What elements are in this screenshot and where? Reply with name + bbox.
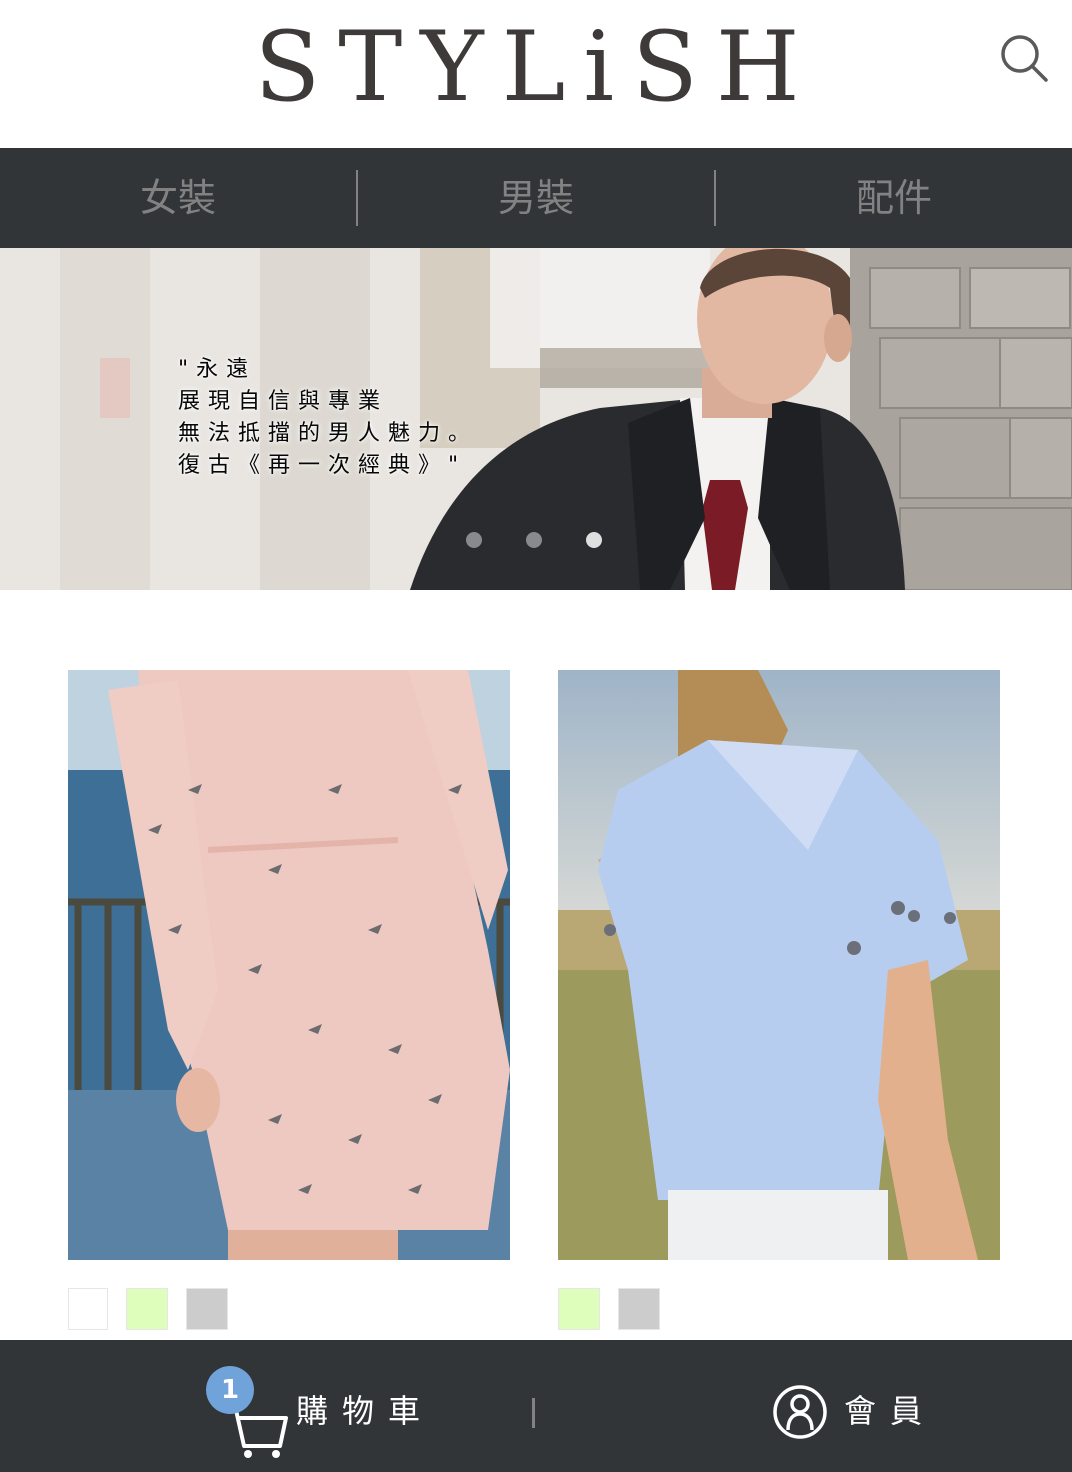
cart-count-badge: 1 [206, 1366, 254, 1414]
slogan-line: 展現自信與專業 [178, 389, 389, 414]
site-header: STYLiSH [0, 0, 1072, 148]
color-swatch-lightgreen[interactable] [126, 1288, 168, 1330]
product-image[interactable] [68, 670, 510, 1260]
nav-item-women[interactable]: 女裝 [0, 148, 356, 248]
cart-label: 購物車 [296, 1392, 435, 1430]
product-image[interactable] [558, 670, 1000, 1260]
color-swatches [558, 1288, 660, 1330]
bottom-bar-divider [532, 1398, 535, 1428]
hero-banner[interactable]: "永遠 展現自信與專業 無法抵擋的男人魅力。 復古《再一次經典》" [0, 248, 1072, 590]
color-swatch-gray[interactable] [618, 1288, 660, 1330]
carousel-dots [466, 532, 602, 548]
search-icon [1001, 35, 1048, 82]
color-swatch-gray[interactable] [186, 1288, 228, 1330]
product-card[interactable] [68, 670, 510, 1260]
member-button[interactable]: 會員 [772, 1366, 942, 1450]
carousel-dot-1[interactable] [466, 532, 482, 548]
cart-button[interactable]: 1 購物車 [206, 1366, 446, 1458]
category-nav: 女裝 男裝 配件 [0, 148, 1072, 248]
slogan-line: "永遠 [178, 357, 257, 382]
member-label: 會員 [844, 1392, 937, 1430]
slogan-line: 復古《再一次經典》" [178, 453, 467, 478]
color-swatch-white[interactable] [68, 1288, 108, 1330]
carousel-dot-2[interactable] [526, 532, 542, 548]
member-icon [773, 1385, 827, 1439]
nav-item-accessories[interactable]: 配件 [716, 148, 1072, 248]
nav-item-men[interactable]: 男裝 [358, 148, 714, 248]
color-swatch-lightgreen[interactable] [558, 1288, 600, 1330]
bottom-bar: 1 購物車 會員 [0, 1340, 1072, 1472]
site-logo[interactable]: STYLiSH [0, 12, 1072, 122]
product-photo-dress [68, 670, 510, 1260]
slogan-line: 無法抵擋的男人魅力。 [178, 421, 479, 446]
product-photo-blouse [558, 670, 1000, 1260]
search-button[interactable] [996, 30, 1056, 90]
carousel-dot-3[interactable] [586, 532, 602, 548]
color-swatches [68, 1288, 228, 1330]
hero-slogan: "永遠 展現自信與專業 無法抵擋的男人魅力。 復古《再一次經典》" [178, 354, 478, 482]
product-card[interactable] [558, 670, 1000, 1260]
